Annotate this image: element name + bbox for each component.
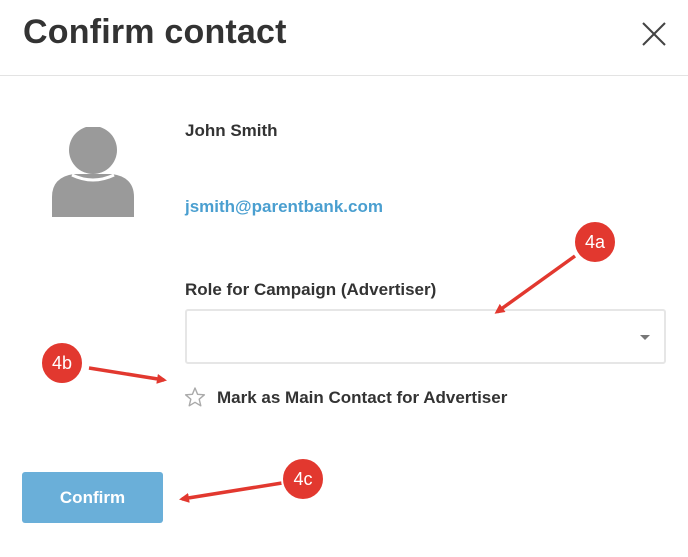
- chevron-down-icon: [640, 335, 650, 340]
- confirm-button[interactable]: Confirm: [22, 472, 163, 523]
- avatar-icon: [52, 126, 134, 217]
- main-contact-label: Mark as Main Contact for Advertiser: [217, 388, 508, 407]
- close-icon[interactable]: [640, 20, 668, 48]
- star-outline-icon[interactable]: [184, 386, 206, 408]
- contact-email-link[interactable]: jsmith@parentbank.com: [185, 197, 383, 217]
- annotation-4c: 4c: [179, 457, 325, 503]
- contact-name: John Smith: [185, 121, 278, 140]
- role-label: Role for Campaign (Advertiser): [185, 280, 437, 299]
- annotation-4a-label: 4a: [585, 232, 606, 252]
- annotation-4b-label: 4b: [52, 353, 72, 373]
- annotation-4c-label: 4c: [293, 469, 312, 489]
- role-select[interactable]: [185, 309, 666, 364]
- dialog-title: Confirm contact: [23, 13, 287, 51]
- annotation-4b: 4b: [40, 341, 167, 385]
- dialog-header: Confirm contact: [0, 0, 688, 76]
- annotation-4a: 4a: [494, 220, 617, 314]
